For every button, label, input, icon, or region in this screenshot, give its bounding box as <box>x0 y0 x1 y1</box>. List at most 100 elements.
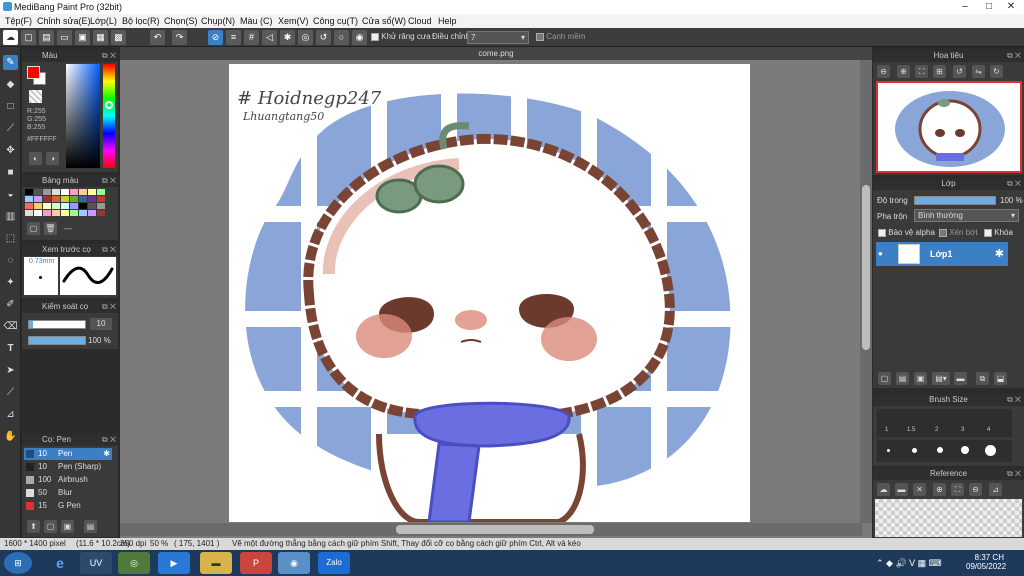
menu-color[interactable]: Màu (C) <box>240 16 273 26</box>
brush-size-slider[interactable] <box>28 320 86 329</box>
cloud-icon[interactable]: ☁ <box>3 30 18 45</box>
brush-size-presets-row-2[interactable] <box>877 440 1012 462</box>
brush-size-value[interactable]: 10 <box>90 318 112 330</box>
panel-close-icon[interactable]: ⧉ ✕ <box>102 50 116 62</box>
minimize-icon[interactable]: – <box>954 0 976 14</box>
brush-tool-icon[interactable]: ✎ <box>3 55 18 70</box>
snap-perspective-icon[interactable]: ◁ <box>262 30 277 45</box>
brush-item-gpen[interactable]: 15 G Pen <box>24 500 112 512</box>
navigator-thumbnail[interactable] <box>876 81 1022 173</box>
brush-item-pen-sharp[interactable]: 10 Pen (Sharp) <box>24 461 112 473</box>
eraser-tool-icon[interactable]: ◆ <box>3 77 18 92</box>
layout-icon[interactable]: ▦ <box>93 30 108 45</box>
line-tool-icon[interactable]: ⟋ <box>3 121 18 136</box>
unikey-icon[interactable]: UV <box>80 552 112 574</box>
protect-alpha-toggle[interactable]: Bảo vệ alpha <box>878 228 935 237</box>
lock-checkbox[interactable] <box>984 228 992 237</box>
palette-swatch[interactable] <box>52 203 60 209</box>
horizontal-scroll-thumb[interactable] <box>396 525 594 534</box>
add-brush-icon[interactable]: ⬆ <box>27 520 40 533</box>
menu-layer[interactable]: Lớp(L) <box>90 16 117 26</box>
palette-swatch[interactable] <box>88 210 96 216</box>
layer-opacity-slider[interactable] <box>914 196 996 205</box>
palette-swatches[interactable] <box>25 189 105 216</box>
maximize-icon[interactable]: □ <box>978 0 1000 14</box>
gear-icon[interactable]: ✱ <box>103 448 110 460</box>
palette-swatch[interactable] <box>43 189 51 195</box>
operation-tool-icon[interactable]: ➤ <box>3 363 18 378</box>
menu-tools[interactable]: Công cụ(T) <box>313 16 358 26</box>
zoom-out-icon[interactable]: ⊖ <box>877 65 890 78</box>
panel-close-icon[interactable]: ⧉ ✕ <box>102 434 116 446</box>
palette-swatch[interactable] <box>79 196 87 202</box>
palette-swatch[interactable] <box>88 203 96 209</box>
palette-swatch[interactable] <box>97 203 105 209</box>
close-reference-icon[interactable]: ✕ <box>913 483 926 496</box>
panel-close-icon[interactable]: ⧉ ✕ <box>1007 468 1021 480</box>
snap-grid-icon[interactable]: # <box>244 30 259 45</box>
shape-tool-icon[interactable]: □ <box>3 99 18 114</box>
snap-circle-icon[interactable]: ◎ <box>298 30 313 45</box>
palette-swatch[interactable] <box>61 189 69 195</box>
layer-row[interactable]: ● Lớp1 ✱ <box>876 242 1008 266</box>
brush-size-preset-1[interactable]: 1 <box>885 427 888 433</box>
lasso-tool-icon[interactable]: ◌ <box>3 253 18 268</box>
merge-layer-icon[interactable]: ⬓ <box>994 372 1007 385</box>
chrome-icon[interactable]: ◎ <box>118 552 150 574</box>
brush-size-preset-2[interactable]: 2 <box>935 427 938 433</box>
panel-close-icon[interactable]: ⧉ ✕ <box>102 175 116 187</box>
color-mode-icon[interactable]: ◑ <box>46 152 59 165</box>
color-wheel-icon[interactable]: ◐ <box>29 152 42 165</box>
palette-swatch[interactable] <box>34 203 42 209</box>
layer-add-menu-icon[interactable]: ▤▾ <box>932 372 950 385</box>
palette-swatch[interactable] <box>97 210 105 216</box>
palette-swatch[interactable] <box>97 189 105 195</box>
antialias-checkbox[interactable] <box>371 32 379 41</box>
panel-close-icon[interactable]: ⧉ ✕ <box>102 301 116 313</box>
soft-edge-checkbox[interactable] <box>536 32 544 41</box>
menu-filter[interactable]: Bộ lọc(R) <box>122 16 160 26</box>
new-brush-icon[interactable]: ▢ <box>44 520 57 533</box>
brush-size-preset-1-5[interactable]: 1.5 <box>907 427 915 433</box>
hue-slider[interactable] <box>103 64 115 168</box>
zoom-in-icon[interactable]: ⊕ <box>897 65 910 78</box>
fit-icon[interactable]: ⛶ <box>951 483 964 496</box>
menu-edit[interactable]: Chỉnh sửa(E) <box>37 16 91 26</box>
reference-area[interactable] <box>875 499 1022 537</box>
palette-swatch[interactable] <box>25 196 33 202</box>
palette-swatch[interactable] <box>52 189 60 195</box>
eye-icon[interactable]: ● <box>878 249 883 258</box>
flip-icon[interactable]: ⇋ <box>972 65 985 78</box>
new-folder-icon[interactable]: ▬ <box>954 372 967 385</box>
protect-alpha-checkbox[interactable] <box>878 228 886 237</box>
menu-cloud[interactable]: Cloud <box>408 16 432 26</box>
palette-swatch[interactable] <box>79 203 87 209</box>
new-halftone-layer-icon[interactable]: ▤ <box>896 372 909 385</box>
palette-swatch[interactable] <box>70 203 78 209</box>
palette-swatch[interactable] <box>25 189 33 195</box>
zoom-in-icon[interactable]: ⊕ <box>933 483 946 496</box>
duplicate-layer-icon[interactable]: ⧉ <box>976 372 989 385</box>
panel-close-icon[interactable]: ⧉ ✕ <box>1007 394 1021 406</box>
start-button[interactable]: ⊞ <box>4 552 32 574</box>
palette-swatch[interactable] <box>43 210 51 216</box>
palette-swatch[interactable] <box>52 210 60 216</box>
palette-swatch[interactable] <box>43 196 51 202</box>
transparent-color-swatch[interactable] <box>29 90 42 103</box>
zalo-icon[interactable]: Zalo <box>318 552 350 574</box>
palette-swatch[interactable] <box>52 196 60 202</box>
magic-wand-tool-icon[interactable]: ✦ <box>3 275 18 290</box>
select-pen-tool-icon[interactable]: ✐ <box>3 297 18 312</box>
lock-toggle[interactable]: Khóa <box>984 228 1013 237</box>
open-folder-icon[interactable]: ▬ <box>895 483 908 496</box>
palette-swatch[interactable] <box>25 210 33 216</box>
rotate-left-icon[interactable]: ↺ <box>953 65 966 78</box>
cloud-upload-icon[interactable]: ☁ <box>877 483 890 496</box>
palette-swatch[interactable] <box>61 203 69 209</box>
new-file-icon[interactable]: ▢ <box>21 30 36 45</box>
zoom-out-icon[interactable]: ⊖ <box>969 483 982 496</box>
actual-size-icon[interactable]: ⊞ <box>933 65 946 78</box>
palette-swatch[interactable] <box>43 203 51 209</box>
palette-swatch[interactable] <box>79 210 87 216</box>
clipping-toggle[interactable]: Xén bớt <box>939 228 978 237</box>
